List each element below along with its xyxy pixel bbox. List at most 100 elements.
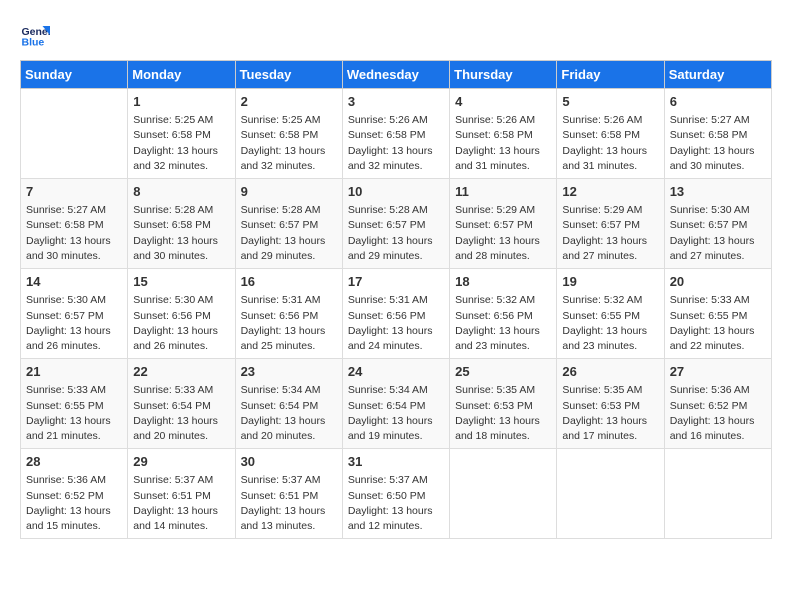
day-number: 5: [562, 93, 658, 111]
calendar-header-row: SundayMondayTuesdayWednesdayThursdayFrid…: [21, 61, 772, 89]
day-number: 22: [133, 363, 229, 381]
column-header-sunday: Sunday: [21, 61, 128, 89]
cell-content: Sunrise: 5:29 AM Sunset: 6:57 PM Dayligh…: [455, 203, 551, 264]
day-number: 27: [670, 363, 766, 381]
calendar-cell: 18Sunrise: 5:32 AM Sunset: 6:56 PM Dayli…: [450, 269, 557, 359]
cell-content: Sunrise: 5:25 AM Sunset: 6:58 PM Dayligh…: [133, 113, 229, 174]
day-number: 30: [241, 453, 337, 471]
day-number: 1: [133, 93, 229, 111]
cell-content: Sunrise: 5:27 AM Sunset: 6:58 PM Dayligh…: [670, 113, 766, 174]
logo: General Blue: [20, 20, 54, 50]
day-number: 7: [26, 183, 122, 201]
day-number: 9: [241, 183, 337, 201]
calendar-cell: 17 Sunrise: 5:31 AM Sunset: 6:56 PM Dayli…: [342, 269, 449, 359]
day-number: 13: [670, 183, 766, 201]
calendar-cell: 30Sunrise: 5:37 AM Sunset: 6:51 PM Dayli…: [235, 449, 342, 539]
calendar-cell: 14 Sunrise: 5:30 AM Sunset: 6:57 PM Dayli…: [21, 269, 128, 359]
column-header-tuesday: Tuesday: [235, 61, 342, 89]
day-number: 17: [348, 273, 444, 291]
cell-content: Sunrise: 5:28 AM Sunset: 6:57 PM Dayligh…: [241, 203, 337, 264]
calendar-cell: [664, 449, 771, 539]
day-number: 21: [26, 363, 122, 381]
cell-content: Sunrise: 5:28 AM Sunset: 6:57 PM Dayligh…: [348, 203, 444, 264]
cell-content: Sunrise: 5:35 AM Sunset: 6:53 PM Dayligh…: [562, 383, 658, 444]
day-number: 28: [26, 453, 122, 471]
calendar-cell: [21, 89, 128, 179]
day-number: 29: [133, 453, 229, 471]
day-number: 6: [670, 93, 766, 111]
calendar-cell: 21 Sunrise: 5:33 AM Sunset: 6:55 PM Dayli…: [21, 359, 128, 449]
calendar-table: SundayMondayTuesdayWednesdayThursdayFrid…: [20, 60, 772, 539]
calendar-cell: 24 Sunrise: 5:34 AM Sunset: 6:54 PM Dayli…: [342, 359, 449, 449]
calendar-cell: [450, 449, 557, 539]
cell-content: Sunrise: 5:30 AM Sunset: 6:57 PM Dayligh…: [670, 203, 766, 264]
calendar-cell: 25Sunrise: 5:35 AM Sunset: 6:53 PM Dayli…: [450, 359, 557, 449]
calendar-cell: 22 Sunrise: 5:33 AM Sunset: 6:54 PM Dayli…: [128, 359, 235, 449]
calendar-cell: 27 Sunrise: 5:36 AM Sunset: 6:52 PM Dayli…: [664, 359, 771, 449]
cell-content: Sunrise: 5:30 AM Sunset: 6:57 PM Dayligh…: [26, 293, 122, 354]
cell-content: Sunrise: 5:33 AM Sunset: 6:55 PM Dayligh…: [670, 293, 766, 354]
cell-content: Sunrise: 5:34 AM Sunset: 6:54 PM Dayligh…: [348, 383, 444, 444]
day-number: 2: [241, 93, 337, 111]
cell-content: Sunrise: 5:36 AM Sunset: 6:52 PM Dayligh…: [670, 383, 766, 444]
cell-content: Sunrise: 5:27 AM Sunset: 6:58 PM Dayligh…: [26, 203, 122, 264]
calendar-cell: 16 Sunrise: 5:31 AM Sunset: 6:56 PM Dayli…: [235, 269, 342, 359]
day-number: 20: [670, 273, 766, 291]
cell-content: Sunrise: 5:37 AM Sunset: 6:50 PM Dayligh…: [348, 473, 444, 534]
calendar-cell: 11 Sunrise: 5:29 AM Sunset: 6:57 PM Dayli…: [450, 179, 557, 269]
cell-content: Sunrise: 5:37 AM Sunset: 6:51 PM Dayligh…: [133, 473, 229, 534]
day-number: 10: [348, 183, 444, 201]
day-number: 14: [26, 273, 122, 291]
calendar-body: 1 Sunrise: 5:25 AM Sunset: 6:58 PM Daylig…: [21, 89, 772, 539]
calendar-cell: 15 Sunrise: 5:30 AM Sunset: 6:56 PM Dayli…: [128, 269, 235, 359]
calendar-cell: 6 Sunrise: 5:27 AM Sunset: 6:58 PM Daylig…: [664, 89, 771, 179]
cell-content: Sunrise: 5:26 AM Sunset: 6:58 PM Dayligh…: [562, 113, 658, 174]
day-number: 23: [241, 363, 337, 381]
calendar-cell: 2 Sunrise: 5:25 AM Sunset: 6:58 PM Daylig…: [235, 89, 342, 179]
day-number: 3: [348, 93, 444, 111]
day-number: 31: [348, 453, 444, 471]
page-header: General Blue: [20, 20, 772, 50]
cell-content: Sunrise: 5:32 AM Sunset: 6:55 PM Dayligh…: [562, 293, 658, 354]
cell-content: Sunrise: 5:34 AM Sunset: 6:54 PM Dayligh…: [241, 383, 337, 444]
cell-content: Sunrise: 5:33 AM Sunset: 6:55 PM Dayligh…: [26, 383, 122, 444]
day-number: 24: [348, 363, 444, 381]
cell-content: Sunrise: 5:33 AM Sunset: 6:54 PM Dayligh…: [133, 383, 229, 444]
cell-content: Sunrise: 5:28 AM Sunset: 6:58 PM Dayligh…: [133, 203, 229, 264]
column-header-monday: Monday: [128, 61, 235, 89]
cell-content: Sunrise: 5:25 AM Sunset: 6:58 PM Dayligh…: [241, 113, 337, 174]
calendar-cell: 20 Sunrise: 5:33 AM Sunset: 6:55 PM Dayli…: [664, 269, 771, 359]
calendar-cell: 23 Sunrise: 5:34 AM Sunset: 6:54 PM Dayli…: [235, 359, 342, 449]
calendar-cell: 26 Sunrise: 5:35 AM Sunset: 6:53 PM Dayli…: [557, 359, 664, 449]
day-number: 26: [562, 363, 658, 381]
day-number: 15: [133, 273, 229, 291]
calendar-cell: 7 Sunrise: 5:27 AM Sunset: 6:58 PM Daylig…: [21, 179, 128, 269]
day-number: 11: [455, 183, 551, 201]
cell-content: Sunrise: 5:36 AM Sunset: 6:52 PM Dayligh…: [26, 473, 122, 534]
calendar-cell: 8 Sunrise: 5:28 AM Sunset: 6:58 PM Daylig…: [128, 179, 235, 269]
calendar-cell: 31 Sunrise: 5:37 AM Sunset: 6:50 PM Dayli…: [342, 449, 449, 539]
calendar-cell: 10 Sunrise: 5:28 AM Sunset: 6:57 PM Dayli…: [342, 179, 449, 269]
column-header-saturday: Saturday: [664, 61, 771, 89]
calendar-cell: 19 Sunrise: 5:32 AM Sunset: 6:55 PM Dayli…: [557, 269, 664, 359]
calendar-cell: 1 Sunrise: 5:25 AM Sunset: 6:58 PM Daylig…: [128, 89, 235, 179]
calendar-cell: 28 Sunrise: 5:36 AM Sunset: 6:52 PM Dayli…: [21, 449, 128, 539]
cell-content: Sunrise: 5:29 AM Sunset: 6:57 PM Dayligh…: [562, 203, 658, 264]
day-number: 16: [241, 273, 337, 291]
calendar-cell: 9 Sunrise: 5:28 AM Sunset: 6:57 PM Daylig…: [235, 179, 342, 269]
calendar-cell: [557, 449, 664, 539]
cell-content: Sunrise: 5:30 AM Sunset: 6:56 PM Dayligh…: [133, 293, 229, 354]
calendar-cell: 4Sunrise: 5:26 AM Sunset: 6:58 PM Daylig…: [450, 89, 557, 179]
day-number: 8: [133, 183, 229, 201]
column-header-wednesday: Wednesday: [342, 61, 449, 89]
svg-text:Blue: Blue: [22, 37, 45, 49]
logo-icon: General Blue: [20, 20, 50, 50]
cell-content: Sunrise: 5:31 AM Sunset: 6:56 PM Dayligh…: [348, 293, 444, 354]
calendar-cell: 13 Sunrise: 5:30 AM Sunset: 6:57 PM Dayli…: [664, 179, 771, 269]
cell-content: Sunrise: 5:32 AM Sunset: 6:56 PM Dayligh…: [455, 293, 551, 354]
cell-content: Sunrise: 5:35 AM Sunset: 6:53 PM Dayligh…: [455, 383, 551, 444]
calendar-week-row: 21 Sunrise: 5:33 AM Sunset: 6:55 PM Dayli…: [21, 359, 772, 449]
calendar-week-row: 28 Sunrise: 5:36 AM Sunset: 6:52 PM Dayli…: [21, 449, 772, 539]
cell-content: Sunrise: 5:31 AM Sunset: 6:56 PM Dayligh…: [241, 293, 337, 354]
day-number: 19: [562, 273, 658, 291]
